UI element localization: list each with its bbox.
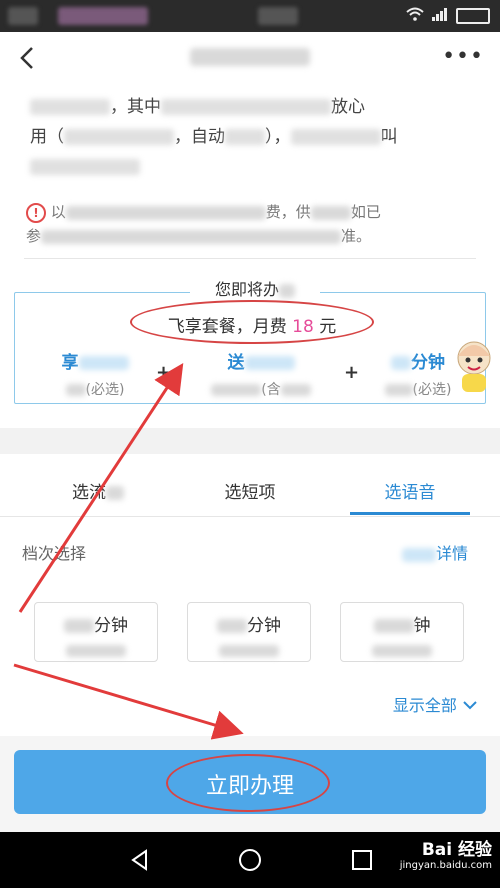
redacted-text: [41, 229, 342, 244]
chevron-left-icon: [20, 47, 33, 69]
tab-label-suffix: 项: [258, 483, 276, 503]
option-sub: (必选): [378, 379, 458, 399]
tab-data[interactable]: 选流: [38, 478, 158, 503]
desc-text: 叫: [380, 127, 398, 147]
section-spacer: [0, 428, 500, 454]
status-blur-blob: [58, 7, 148, 25]
desc-text: ），: [265, 127, 291, 147]
baidu-watermark: Bai 经验 jingyan.baidu.com: [400, 842, 492, 874]
triangle-back-icon: [131, 849, 147, 871]
divider: [24, 258, 476, 259]
redacted-text: [290, 129, 381, 145]
tier-label: 分钟: [188, 611, 310, 636]
status-blur-blob: [258, 7, 298, 25]
circle-home-icon: [239, 849, 261, 871]
desc-text: ，自动: [174, 127, 225, 147]
option-sub: (含: [196, 379, 326, 399]
notice-part: 如已: [350, 203, 381, 221]
apply-now-button[interactable]: 立即办理: [14, 750, 486, 814]
redacted-text: [106, 486, 124, 500]
system-nav-bar: Bai 经验 jingyan.baidu.com: [0, 832, 500, 888]
plus-sign: +: [156, 362, 172, 383]
option-name: 享: [40, 348, 150, 373]
tab-label: 选语音: [384, 483, 436, 503]
tab-voice[interactable]: 选语音: [350, 478, 470, 503]
tier-section-title: 档次选择: [22, 544, 87, 563]
redacted-text: [161, 99, 331, 115]
status-bar: [0, 0, 500, 32]
plan-option-3[interactable]: 分钟 (必选): [378, 348, 458, 399]
plan-price: 18: [292, 317, 314, 337]
tab-label: 选短: [224, 483, 259, 503]
nav-back-button[interactable]: [126, 846, 154, 874]
signal-icon: [432, 7, 448, 25]
more-button[interactable]: •••: [442, 44, 484, 69]
status-icons: [406, 6, 490, 26]
tier-label: 分钟: [35, 611, 157, 636]
title-redacted: [190, 48, 310, 66]
redacted-text: [30, 99, 110, 115]
plan-summary-annotation: 飞享套餐，月费 18 元: [130, 300, 374, 344]
desc-text: 放心: [331, 97, 365, 117]
tier-option-3[interactable]: 钟: [340, 602, 464, 662]
detail-link[interactable]: 详情: [401, 540, 468, 564]
plus-sign: +: [344, 362, 360, 383]
plan-option-2[interactable]: 送 (含: [196, 348, 326, 399]
page-title: [150, 46, 350, 67]
watermark-url: jingyan.baidu.com: [399, 860, 492, 871]
notice-part: 以: [50, 203, 66, 221]
notice-part: 费，供: [265, 203, 311, 221]
square-recents-icon: [352, 850, 372, 870]
redacted-text: [279, 283, 295, 298]
tier-option-1[interactable]: 分钟: [34, 602, 158, 662]
arrow-to-cta: [13, 663, 244, 740]
option-name: 送: [196, 348, 326, 373]
plan-unit: 元: [313, 317, 337, 337]
plan-summary-line: 飞享套餐，月费 18 元: [132, 312, 372, 337]
tab-sms[interactable]: 选短项: [190, 478, 310, 503]
redacted-text: [310, 205, 351, 220]
assistant-mascot-icon[interactable]: [452, 338, 496, 394]
apply-now-label: 立即办理: [205, 774, 294, 799]
show-all-link[interactable]: 显示全部: [393, 692, 478, 716]
plan-heading-text: 您即将办: [214, 280, 279, 299]
back-button[interactable]: [14, 44, 42, 72]
nav-home-button[interactable]: [236, 846, 264, 874]
redacted-text: [401, 547, 436, 562]
status-blur-blob: [8, 7, 38, 25]
option-tabs: 选流 选短项 选语音: [0, 458, 500, 517]
redacted-text: [64, 129, 174, 145]
tier-sub-redacted: [188, 640, 310, 657]
tab-label: 选流: [72, 483, 106, 503]
detail-link-label: 详情: [435, 544, 468, 563]
plan-name: 飞享套餐，月费: [167, 317, 293, 337]
notice-part: 准。: [341, 227, 372, 245]
nav-recents-button[interactable]: [348, 846, 376, 874]
show-all-label: 显示全部: [392, 696, 457, 715]
option-sub: (必选): [40, 379, 150, 399]
alert-icon: !: [26, 202, 46, 223]
watermark-brand: Bai 经验: [421, 840, 492, 860]
desc-text: 用（: [30, 127, 64, 147]
redacted-text: [65, 205, 266, 220]
notice-part: 参: [26, 227, 42, 245]
tier-sub-redacted: [341, 640, 463, 657]
chevron-down-icon: [462, 696, 478, 715]
plan-description: ，其中 放心 用（ ，自动 ）， 叫: [30, 92, 480, 182]
tier-sub-redacted: [35, 640, 157, 657]
plan-heading: 您即将办: [190, 276, 320, 300]
desc-text: ，其中: [110, 97, 161, 117]
app-header: •••: [0, 32, 500, 84]
redacted-text: [225, 129, 265, 145]
more-icon: •••: [442, 44, 484, 69]
tier-option-2[interactable]: 分钟: [187, 602, 311, 662]
wifi-icon: [406, 7, 424, 25]
option-name: 分钟: [378, 348, 458, 373]
redacted-text: [30, 159, 140, 175]
battery-icon: [456, 8, 490, 24]
notice-text: ! 以 费，供 如已 参 准。: [26, 200, 481, 248]
tier-label: 钟: [341, 611, 463, 636]
active-tab-indicator: [350, 512, 470, 515]
plan-option-1[interactable]: 享 (必选): [40, 348, 150, 399]
